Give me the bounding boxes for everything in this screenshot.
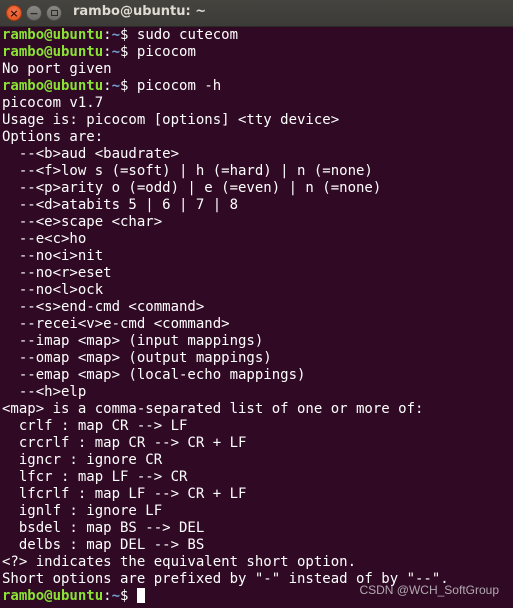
output-line: Options are:: [2, 129, 104, 145]
window-title: rambo@ubuntu: ~: [73, 4, 207, 19]
output-line: --<d>atabits 5 | 6 | 7 | 8: [2, 197, 239, 213]
prompt-colon: :: [103, 78, 112, 94]
text-cursor: [136, 588, 145, 603]
output-line: <map> is a comma-separated list of one o…: [2, 401, 424, 417]
output-line: --emap <map> (local-echo mappings): [2, 367, 306, 383]
output-line: lfcrlf : map LF --> CR + LF: [2, 486, 247, 502]
prompt-user-host: rambo@ubuntu: [2, 44, 104, 60]
output-line: --<f>low s (=soft) | h (=hard) | n (=non…: [2, 163, 373, 179]
prompt-path: ~: [111, 44, 121, 60]
output-line: --recei<v>e-cmd <command>: [2, 316, 230, 332]
output-line: lfcr : map LF --> CR: [2, 469, 188, 485]
output-line: --omap <map> (output mappings): [2, 350, 272, 366]
output-line: crlf : map CR --> LF: [2, 418, 188, 434]
prompt-colon: :: [103, 44, 112, 60]
output-line: Usage is: picocom [options] <tty device>: [2, 112, 340, 128]
prompt-user-host: rambo@ubuntu: [2, 78, 104, 94]
output-line: --<p>arity o (=odd) | e (=even) | n (=no…: [2, 180, 382, 196]
output-line: --e<c>ho: [2, 231, 87, 247]
prompt-line: rambo@ubuntu:~$ sudo cutecom: [2, 27, 513, 44]
terminal-window: × − rambo@ubuntu: ~ rambo@ubuntu:~$ sudo…: [0, 0, 513, 608]
command-text: picocom: [128, 44, 196, 60]
output-line: No port given: [2, 61, 112, 77]
output-line: --<s>end-cmd <command>: [2, 299, 205, 315]
prompt-user-host: rambo@ubuntu: [2, 588, 104, 604]
command-text: sudo cutecom: [128, 27, 239, 43]
command-text: [128, 588, 136, 604]
output-line: picocom v1.7: [2, 95, 104, 111]
output-line: bsdel : map BS --> DEL: [2, 520, 205, 536]
output-line: --<e>scape <char>: [2, 214, 163, 230]
output-line: delbs : map DEL --> BS: [2, 537, 205, 553]
output-line: --no<l>ock: [2, 282, 104, 298]
prompt-colon: :: [103, 588, 112, 604]
output-line: --<h>elp: [2, 384, 87, 400]
prompt-user-host: rambo@ubuntu: [2, 27, 104, 43]
terminal-output[interactable]: rambo@ubuntu:~$ sudo cutecom rambo@ubuntu…: [2, 27, 513, 605]
prompt-colon: :: [103, 27, 112, 43]
minimize-button[interactable]: −: [26, 5, 42, 21]
command-text: picocom -h: [128, 78, 222, 94]
output-line: ignlf : ignore LF: [2, 503, 163, 519]
maximize-icon: [50, 10, 58, 16]
minimize-icon: −: [29, 6, 39, 20]
maximize-button[interactable]: [46, 5, 62, 21]
watermark: CSDN @WCH_SoftGroup: [359, 583, 499, 597]
output-line: igncr : ignore CR: [2, 452, 163, 468]
output-line: --imap <map> (input mappings): [2, 333, 264, 349]
close-icon: ×: [9, 6, 19, 20]
close-button[interactable]: ×: [6, 5, 22, 21]
output-line: <?> indicates the equivalent short optio…: [2, 554, 357, 570]
output-line: --<b>aud <baudrate>: [2, 146, 180, 162]
prompt-line: rambo@ubuntu:~$ picocom -h: [2, 78, 513, 95]
title-bar[interactable]: × − rambo@ubuntu: ~: [0, 0, 513, 27]
output-line: --no<i>nit: [2, 248, 104, 264]
output-line: --no<r>eset: [2, 265, 112, 281]
prompt-path: ~: [111, 27, 121, 43]
prompt-line: rambo@ubuntu:~$ picocom: [2, 44, 513, 61]
prompt-path: ~: [111, 588, 121, 604]
output-line: crcrlf : map CR --> CR + LF: [2, 435, 247, 451]
prompt-path: ~: [111, 78, 121, 94]
